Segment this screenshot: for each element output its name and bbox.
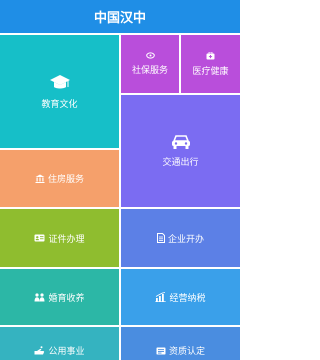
app-header: 中国汉中 xyxy=(0,0,240,33)
tile-label: 资质认定 xyxy=(168,347,205,357)
bar-chart-icon xyxy=(155,292,167,302)
car-icon xyxy=(170,134,192,150)
tile-medical[interactable]: 医疗健康 xyxy=(181,35,240,93)
tile-education[interactable]: 教育文化 xyxy=(0,35,119,148)
certificate-icon xyxy=(156,347,166,355)
tile-label: 住房服务 xyxy=(47,175,84,185)
tile-id-documents[interactable]: 证件办理 xyxy=(0,209,119,267)
tile-label: 交通出行 xyxy=(162,158,199,168)
tile-label: 经营纳税 xyxy=(169,293,206,304)
tile-label: 教育文化 xyxy=(41,99,78,110)
family-icon xyxy=(34,292,45,302)
tile-business-setup[interactable]: 企业开办 xyxy=(121,209,240,267)
social-security-icon xyxy=(145,52,155,59)
tile-housing[interactable]: 住房服务 xyxy=(0,150,119,207)
tile-label: 社保服务 xyxy=(131,66,168,76)
tile-public-utilities[interactable]: 公用事业 xyxy=(0,327,119,360)
tile-label: 婚育收养 xyxy=(48,293,85,304)
id-card-icon xyxy=(34,234,45,242)
tile-marriage-adoption[interactable]: 婚育收养 xyxy=(0,269,119,325)
document-icon xyxy=(156,233,165,243)
tile-label: 企业开办 xyxy=(167,234,204,245)
tile-transport[interactable]: 交通出行 xyxy=(121,95,240,207)
tile-label: 医疗健康 xyxy=(192,66,229,77)
tile-business-tax[interactable]: 经营纳税 xyxy=(121,269,240,325)
hand-icon xyxy=(34,346,45,355)
app-title: 中国汉中 xyxy=(93,11,146,26)
tile-social-security[interactable]: 社保服务 xyxy=(121,35,179,93)
graduation-cap-icon xyxy=(49,74,71,92)
tile-label: 证件办理 xyxy=(48,234,85,245)
medical-icon xyxy=(206,51,215,60)
building-icon xyxy=(35,174,45,183)
tile-qualification[interactable]: 资质认定 xyxy=(121,327,240,360)
tile-label: 公用事业 xyxy=(48,347,85,357)
